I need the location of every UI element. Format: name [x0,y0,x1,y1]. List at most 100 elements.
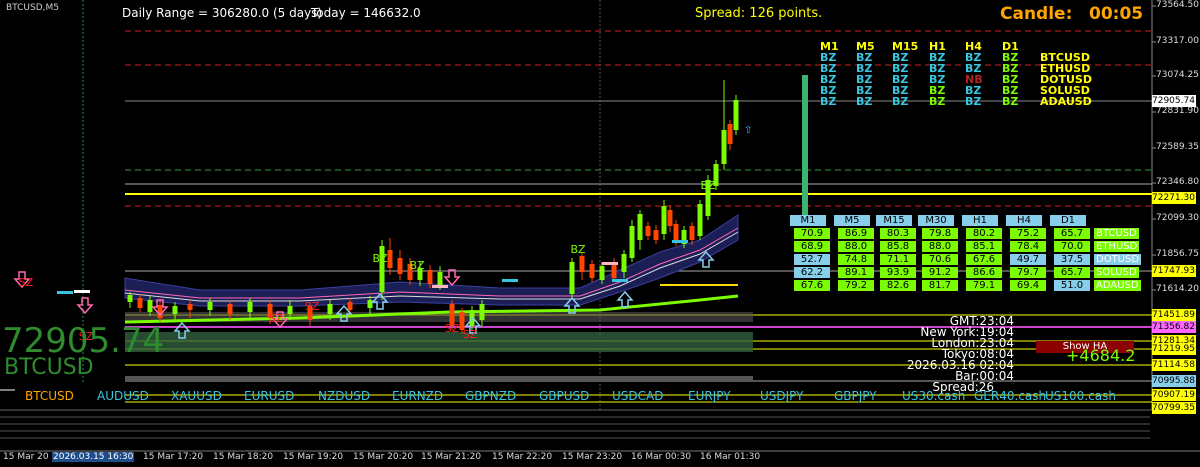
bz-marker: BZ [409,259,425,272]
symbol-tab-gbpjpy[interactable]: GBPJPY [834,389,877,403]
symbol-tab-eurusd[interactable]: EURUSD [244,389,294,403]
candle-body [367,300,373,308]
candle-body [727,124,733,144]
symbol-tab-ger40-cash[interactable]: GER40.cash [974,389,1046,403]
strength-cell: 75.2 [1010,228,1046,239]
bz-marker: BZ [570,243,586,256]
strength-header-m15: M15 [876,215,912,226]
today-range-label: Today = 146632.0 [311,6,421,20]
strength-cell: 79.7 [1010,267,1046,278]
mtf-signal-cell: BZ [856,95,873,108]
symbol-tab-us100-cash[interactable]: US100.cash [1045,389,1116,403]
strength-cell: 78.4 [1010,241,1046,252]
strength-cell: 85.8 [880,241,916,252]
signal-dash [502,279,518,282]
daily-range-label: Daily Range = 306280.0 (5 days) [122,6,323,20]
strength-cell: 79.2 [838,280,874,291]
candle-body [661,206,667,234]
time-label: 15 Mar 17:20 [143,452,204,462]
candle-body [629,226,635,258]
candle-body [733,100,739,130]
time-label: 15 Mar 21:20 [421,452,482,462]
price-tick-label: 72099.30 [1156,213,1199,223]
mtf-signal-cell: BZ [1002,95,1019,108]
price-badge: 71219.95 [1152,343,1196,355]
time-label: 15 Mar 19:20 [283,452,344,462]
ha-bar [802,75,808,215]
candle-body [147,300,153,312]
symbol-tab-gbpnzd[interactable]: GBPNZD [465,389,516,403]
signal-dash [602,262,618,265]
sz-marker: SZ [19,276,34,289]
strength-cell: 82.6 [880,280,916,291]
symbol-tab-xauusd[interactable]: XAUUSD [171,389,222,403]
candle-body [637,214,643,240]
symbol-tab-btcusd[interactable]: BTCUSD [25,389,74,403]
candle-body [207,302,213,310]
symbol-tab-us30-cash[interactable]: US30.cash [902,389,965,403]
signal-dash [612,279,628,282]
strength-cell: 65.7 [1054,228,1090,239]
mtf-signal-cell: BZ [892,95,909,108]
strength-header-m30: M30 [918,215,954,226]
candle-body [667,210,673,226]
strength-cell: 89.1 [838,267,874,278]
strength-cell: 93.9 [880,267,916,278]
spread-label: Spread: 126 points. [695,6,823,21]
candle-body [287,306,293,314]
strength-cell: 52.7 [794,254,830,265]
strength-cell: 68.9 [794,241,830,252]
symbol-tab-eurnzd[interactable]: EURNZD [392,389,443,403]
time-label: 15 Mar 20:20 [353,452,414,462]
strength-cell: 85.1 [966,241,1002,252]
sz-marker: SZ [305,300,320,313]
strength-header-m5: M5 [834,215,870,226]
strength-cell: 86.9 [838,228,874,239]
candle-body [227,304,233,314]
strength-cell: 88.0 [838,241,874,252]
signal-dash [432,285,448,288]
candle-body [579,256,585,272]
candle-body [187,304,193,310]
green-band [125,332,753,352]
candle-body [645,226,651,236]
price-tick-label: 73317.00 [1156,36,1199,46]
strength-cell: 74.8 [838,254,874,265]
candle-body [569,262,575,294]
candle-body [247,302,253,312]
symbol-tab-usdcad[interactable]: USDCAD [612,389,663,403]
strength-header-d1: D1 [1050,215,1086,226]
candle-body [127,295,133,302]
mtf-signal-cell: BZ [820,95,837,108]
strength-cell: 49.7 [1010,254,1046,265]
strength-cell: 70.9 [794,228,830,239]
strength-symbol-ethusd: ETHUSD [1094,241,1140,252]
symbol-tab-nzdusd[interactable]: NZDUSD [318,389,370,403]
candle-body [347,302,353,310]
strength-header-m1: M1 [790,215,826,226]
strength-cell: 80.3 [880,228,916,239]
small-up-arrow-icon: ⇧ [744,125,752,136]
time-label: 15 Mar 18:20 [213,452,274,462]
candle-body [673,224,679,242]
strength-cell: 86.6 [966,267,1002,278]
strength-cell: 70.0 [1054,241,1090,252]
price-badge: 71451.89 [1152,309,1196,321]
strength-header-h4: H4 [1006,215,1042,226]
strength-cell: 65.7 [1054,267,1090,278]
price-tick-label: 72589.35 [1156,142,1199,152]
strength-header-h1: H1 [962,215,998,226]
symbol-tab-audusd[interactable]: AUDUSD [97,389,149,403]
strength-cell: 79.8 [922,228,958,239]
bz-marker: BZ [700,179,716,192]
strength-cell: 70.6 [922,254,958,265]
time-label: 2026.03.15 16:30 [52,452,135,462]
symbol-tab-usdjpy[interactable]: USDJPY [760,389,803,403]
candle-body [327,304,333,314]
symbol-tab-gbpusd[interactable]: GBPUSD [539,389,589,403]
candle-body [689,226,695,240]
symbol-tab-eurjpy[interactable]: EURJPY [688,389,731,403]
price-badge: 71747.93 [1152,265,1196,277]
candle-body [137,298,143,308]
strength-cell: 67.6 [794,280,830,291]
